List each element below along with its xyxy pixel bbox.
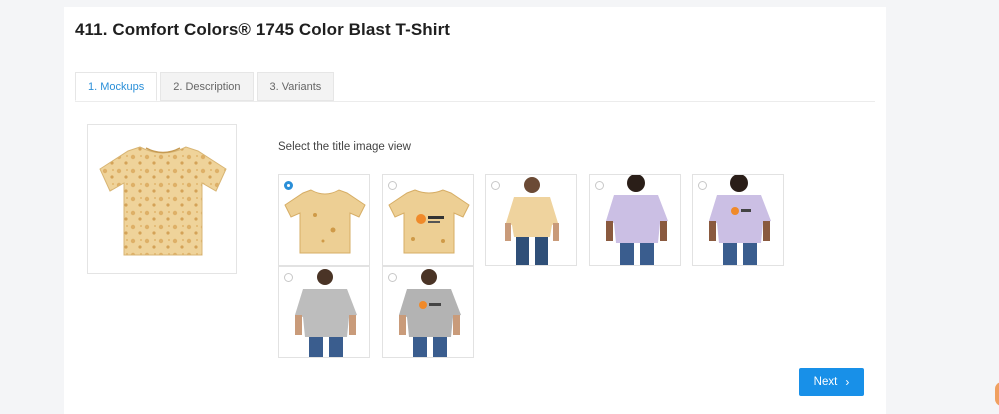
next-button[interactable]: Next › (799, 368, 864, 396)
title-image-preview (87, 124, 237, 274)
mockup-thumb-6[interactable] (278, 266, 370, 358)
tshirt-front-image (284, 189, 366, 254)
mockup-thumb-5[interactable] (692, 174, 784, 266)
mockup-radio-7[interactable] (388, 273, 397, 282)
section-label: Select the title image view (278, 141, 411, 153)
tab-mockups[interactable]: 1. Mockups (75, 72, 158, 101)
mockup-radio-6[interactable] (284, 273, 293, 282)
tab-bar: 1. Mockups 2. Description 3. Variants (75, 72, 337, 102)
mockup-radio-3[interactable] (491, 181, 500, 190)
model-front-tan-image (505, 177, 559, 265)
model-back-gray-logo-image (399, 269, 461, 357)
mockup-thumb-3[interactable] (485, 174, 577, 266)
mockup-radio-2[interactable] (388, 181, 397, 190)
mockup-thumb-4[interactable] (589, 174, 681, 266)
tab-description[interactable]: 2. Description (160, 72, 254, 101)
tshirt-preview-image (99, 146, 227, 256)
mockup-thumb-2[interactable] (382, 174, 474, 266)
mockup-radio-5[interactable] (698, 181, 707, 190)
mockup-thumb-7[interactable] (382, 266, 474, 358)
model-front-lavender-image (606, 175, 668, 265)
next-button-label: Next (813, 376, 838, 388)
tshirt-back-logo-image (388, 189, 470, 254)
mockup-radio-4[interactable] (595, 181, 604, 190)
tab-variants[interactable]: 3. Variants (256, 72, 335, 101)
model-front-gray-image (295, 269, 357, 357)
chevron-right-icon: › (845, 375, 850, 389)
mockup-thumb-1[interactable] (278, 174, 370, 266)
mockup-editor-panel: 411. Comfort Colors® 1745 Color Blast T-… (64, 7, 886, 414)
mockup-radio-1[interactable] (284, 181, 293, 190)
tab-divider (75, 101, 875, 102)
floating-widget[interactable] (995, 382, 999, 406)
page-title: 411. Comfort Colors® 1745 Color Blast T-… (75, 20, 451, 39)
model-back-lavender-logo-image (709, 175, 771, 265)
